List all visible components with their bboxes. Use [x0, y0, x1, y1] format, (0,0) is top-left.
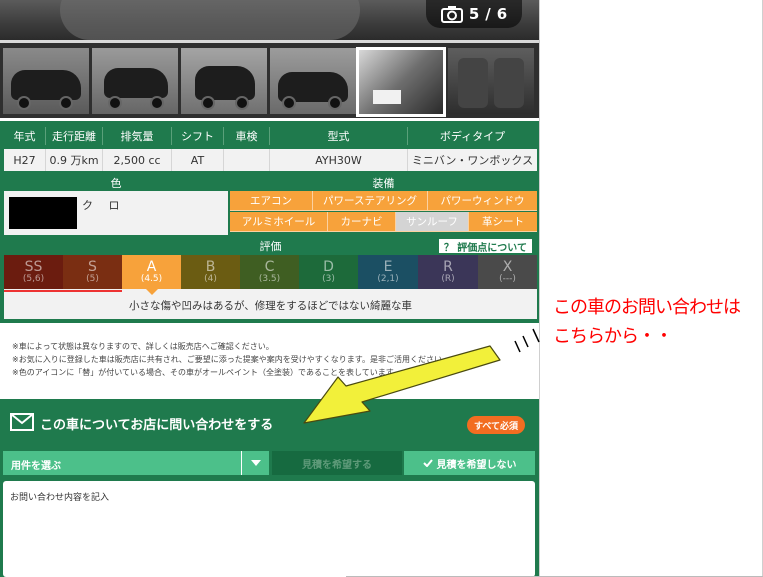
grade-score: (3) [322, 273, 335, 284]
annotation-callout: この車のお問い合わせは こちらから・・ [553, 293, 741, 351]
thumbnail-1[interactable] [3, 48, 89, 114]
spec-value: ミニバン・ワンボックス [411, 154, 534, 167]
color-swatch [9, 197, 77, 229]
grade-label: X [502, 258, 513, 275]
evaluation-help-link[interactable]: ？ 評価点について [437, 238, 533, 254]
grade-score: (4.5) [140, 273, 163, 284]
counter-separator: / [485, 5, 491, 23]
purpose-select[interactable]: 用件を選ぶ [3, 451, 269, 475]
evaluation-description: 小さな傷や凹みはあるが、修理をするほどではない綺麗な車 [128, 300, 413, 312]
spec-value: AT [172, 149, 224, 171]
counter-total: 6 [496, 5, 508, 23]
photo-detail [60, 0, 360, 40]
notes: ※車によって状態は異なりますので、詳しくは販売店へご確認ください。 ※お気に入り… [12, 340, 452, 379]
grade-d: D (3) [299, 255, 358, 289]
grade-label: D [323, 258, 334, 275]
evaluation-header: 評価 ？ 評価点について [4, 237, 537, 255]
spec-value: AYH30W [270, 149, 408, 171]
required-badge: すべて必須 [467, 416, 525, 434]
grade-label: SS [24, 258, 43, 275]
estimate-want-option[interactable]: 見積を希望する [272, 451, 402, 475]
mail-icon [10, 413, 34, 431]
inquiry-section: この車についてお店に問い合わせをする すべて必須 用件を選ぶ 見積を希望する 見… [0, 399, 539, 577]
equip-alloy-wheel: アルミホイール [230, 212, 328, 232]
equipment-header: 装備 [230, 175, 537, 191]
grade-score: (R) [441, 273, 455, 284]
grade-r: R (R) [418, 255, 478, 289]
purpose-select-label: 用件を選ぶ [11, 461, 61, 472]
spec-header-row: 年式 走行距離 排気量 シフト 車検 型式 ボディタイプ [4, 127, 537, 145]
evaluation-title: 評価 [259, 240, 282, 253]
spec-header: 車検 [224, 127, 270, 145]
color-header: 色 [4, 175, 228, 191]
grade-c: C (3.5) [240, 255, 299, 289]
spec-value: 0.9 万km [46, 149, 103, 171]
grade-e: E (2,1) [358, 255, 418, 289]
grade-score: (2,1) [377, 273, 399, 284]
grade-label: C [264, 258, 275, 275]
estimate-no-label: 見積を希望しない [436, 459, 517, 471]
equip-power-steering: パワーステアリング [313, 191, 428, 211]
spec-header: シフト [172, 127, 224, 145]
grade-label: B [205, 258, 216, 275]
grade-pointer [146, 289, 158, 295]
spec-panel: 年式 走行距離 排気量 シフト 車検 型式 ボディタイプ H27 0.9 万km… [0, 121, 539, 323]
thumbnail-3[interactable] [181, 48, 267, 114]
spec-value [224, 149, 270, 171]
grade-label: A [146, 258, 157, 275]
grade-score: (5) [86, 273, 99, 284]
spec-header: 型式 [270, 127, 408, 145]
grade-label: R [443, 258, 453, 275]
red-divider [4, 290, 122, 292]
thumbnail-4[interactable] [270, 48, 356, 114]
grade-x: X (---) [478, 255, 537, 289]
equip-power-window: パワーウィンドウ [428, 191, 537, 211]
spec-header: ボディタイプ [439, 130, 506, 143]
grade-label: S [88, 258, 97, 275]
chevron-down-icon[interactable] [241, 451, 269, 475]
counter-current: 5 [468, 5, 480, 23]
check-icon [422, 459, 433, 467]
thumbnail-strip [0, 40, 539, 118]
thumbnail-6[interactable] [448, 48, 534, 114]
spec-value: H27 [4, 149, 46, 171]
right-panel-frame [539, 0, 763, 577]
grade-ss: SS (5,6) [4, 255, 63, 289]
camera-icon [440, 6, 463, 23]
color-section: ク ロ [4, 191, 228, 235]
grade-score: (3.5) [258, 273, 281, 284]
equip-sunroof: サンルーフ [396, 212, 469, 232]
equip-car-navi: カーナビ [328, 212, 396, 232]
spec-header: 年式 [4, 127, 46, 145]
main-photo[interactable]: 5 / 6 [0, 0, 539, 40]
inquiry-textarea[interactable]: お問い合わせ内容を記入 [3, 481, 535, 577]
spec-header: 排気量 [103, 127, 172, 145]
grade-scale: SS (5,6) S (5) A (4.5) B (4) C (3.5) D (… [4, 255, 537, 289]
inquiry-title: この車についてお店に問い合わせをする [40, 418, 274, 433]
evaluation-description-box: 小さな傷や凹みはあるが、修理をするほどではない綺麗な車 [4, 289, 537, 319]
equip-aircon: エアコン [230, 191, 313, 211]
note-line: ※色のアイコンに「替」が付いている場合、その車がオールペイント（全塗装）であるこ… [12, 368, 401, 377]
grade-b: B (4) [181, 255, 240, 289]
photo-counter: 5 / 6 [426, 0, 522, 28]
grade-score: (4) [204, 273, 217, 284]
grade-score: (5,6) [22, 273, 45, 284]
spec-header: 走行距離 [46, 127, 103, 145]
grade-a-selected: A (4.5) [122, 255, 181, 289]
estimate-no-option[interactable]: 見積を希望しない [404, 451, 535, 475]
thumbnail-5-active[interactable] [356, 47, 446, 117]
note-line: ※車によって状態は異なりますので、詳しくは販売店へご確認ください。 [12, 342, 274, 351]
annotation-dashes [514, 328, 540, 353]
spec-value-row: H27 0.9 万km 2,500 cc AT AYH30W ミニバン・ワンボッ… [4, 149, 537, 171]
thumbnail-2[interactable] [92, 48, 178, 114]
annotation-line-1: この車のお問い合わせは [553, 297, 741, 318]
spec-value: 2,500 cc [103, 149, 172, 171]
grade-score: (---) [499, 273, 516, 284]
grade-label: E [383, 258, 393, 275]
grade-s: S (5) [63, 255, 122, 289]
color-name: ク ロ [82, 199, 126, 212]
equip-leather-seat: 革シート [469, 212, 537, 232]
annotation-line-2: こちらから・・ [553, 326, 673, 347]
note-line: ※お気に入りに登録した車は販売店に共有され、ご要望に添った提案や案内を受けやすく… [12, 355, 450, 364]
